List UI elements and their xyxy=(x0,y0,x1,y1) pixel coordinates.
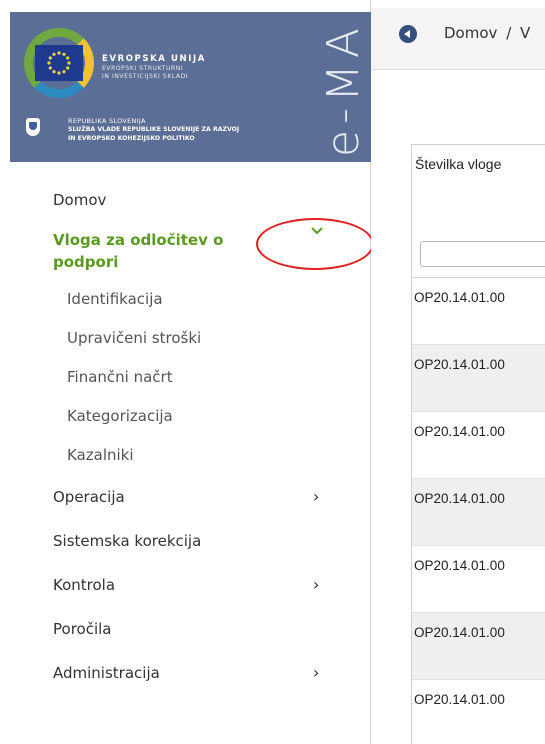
app-logo-text: e-MA xyxy=(318,21,369,157)
column-header-label: Številka vloge xyxy=(415,156,502,172)
nav-item-label: Poročila xyxy=(53,620,112,638)
nav-item-label: Kontrola xyxy=(53,576,116,594)
nav-item-domov[interactable]: Domov xyxy=(0,178,370,222)
chevron-right-icon[interactable]: › xyxy=(313,475,319,519)
table-row[interactable]: OP20.14.01.00 xyxy=(412,278,545,345)
breadcrumb-home[interactable]: Domov xyxy=(444,24,497,42)
annotation-circle xyxy=(256,218,374,270)
breadcrumb-separator: / xyxy=(506,24,512,42)
breadcrumb: Domov / V xyxy=(444,24,530,42)
table-row[interactable]: OP20.14.01.00 xyxy=(412,613,545,680)
eu-title: EVROPSKA UNIJA xyxy=(102,54,206,64)
chevron-right-icon[interactable]: › xyxy=(313,563,319,607)
gov-office-line-2: IN EVROPSKO KOHEZIJSKO POLITIKO xyxy=(68,134,195,142)
eu-subtitle-2: IN INVESTICIJSKI SKLADI xyxy=(102,73,189,80)
chevron-right-icon[interactable]: › xyxy=(313,651,319,695)
nav-subitem-financni-nacrt[interactable]: Finančni načrt xyxy=(0,358,370,397)
eu-flag-icon xyxy=(35,45,83,81)
nav-subitem-kategorizacija[interactable]: Kategorizacija xyxy=(0,397,370,436)
table-row[interactable]: OP20.14.01.00 xyxy=(412,345,545,412)
table-row[interactable]: OP20.14.01.00 xyxy=(412,546,545,613)
eu-logo xyxy=(24,28,94,98)
gov-office-line-1: SLUŽBA VLADE REPUBLIKE SLOVENIJE ZA RAZV… xyxy=(68,126,240,133)
gov-text-block: REPUBLIKA SLOVENIJA SLUŽBA VLADE REPUBLI… xyxy=(68,117,239,143)
nav-item-label: Operacija xyxy=(53,488,125,506)
table-row[interactable]: OP20.14.01.00 xyxy=(412,412,545,479)
gov-title: REPUBLIKA SLOVENIJA xyxy=(68,117,146,125)
eu-subtitle-1: EVROPSKI STRUKTURNI xyxy=(102,65,184,72)
nav-item-operacija[interactable]: Operacija › xyxy=(0,475,370,519)
nav-item-label: Vloga za odločitev o podpori xyxy=(53,231,224,271)
table-row[interactable]: OP20.14.01.00 xyxy=(412,680,545,744)
table-body: OP20.14.01.00 OP20.14.01.00 OP20.14.01.0… xyxy=(412,278,545,744)
table-row[interactable]: OP20.14.01.00 xyxy=(412,479,545,546)
column-filter-input[interactable] xyxy=(420,241,545,267)
slovenia-coat-of-arms-icon xyxy=(26,118,40,136)
nav-item-administracija[interactable]: Administracija › xyxy=(0,651,370,695)
nav-item-label: Administracija xyxy=(53,664,160,682)
brand-banner[interactable]: EVROPSKA UNIJA EVROPSKI STRUKTURNI IN IN… xyxy=(10,12,371,162)
nav-item-sistemska-korekcija[interactable]: Sistemska korekcija xyxy=(0,519,370,563)
nav-subitem-identifikacija[interactable]: Identifikacija xyxy=(0,280,370,319)
nav-item-kontrola[interactable]: Kontrola › xyxy=(0,563,370,607)
main-content: Domov / V Številka vloge OP20.14.01.00 O… xyxy=(371,0,545,744)
eu-text-block: EVROPSKA UNIJA EVROPSKI STRUKTURNI IN IN… xyxy=(102,54,206,81)
nav-item-porocila[interactable]: Poročila xyxy=(0,607,370,651)
breadcrumb-next[interactable]: V xyxy=(520,24,530,42)
column-header-stevilka-vloge[interactable]: Številka vloge xyxy=(412,144,545,278)
arrow-left-circle-icon[interactable] xyxy=(399,25,417,43)
nav-subitem-upraviceni-stroski[interactable]: Upravičeni stroški xyxy=(0,319,370,358)
breadcrumb-bar: Domov / V xyxy=(371,8,545,70)
applications-table: Številka vloge OP20.14.01.00 OP20.14.01.… xyxy=(411,144,545,744)
nav-item-label: Domov xyxy=(53,191,107,209)
nav-subitem-kazalniki[interactable]: Kazalniki xyxy=(0,436,370,475)
nav-item-label: Sistemska korekcija xyxy=(53,532,202,550)
sidebar: EVROPSKA UNIJA EVROPSKI STRUKTURNI IN IN… xyxy=(0,0,374,744)
